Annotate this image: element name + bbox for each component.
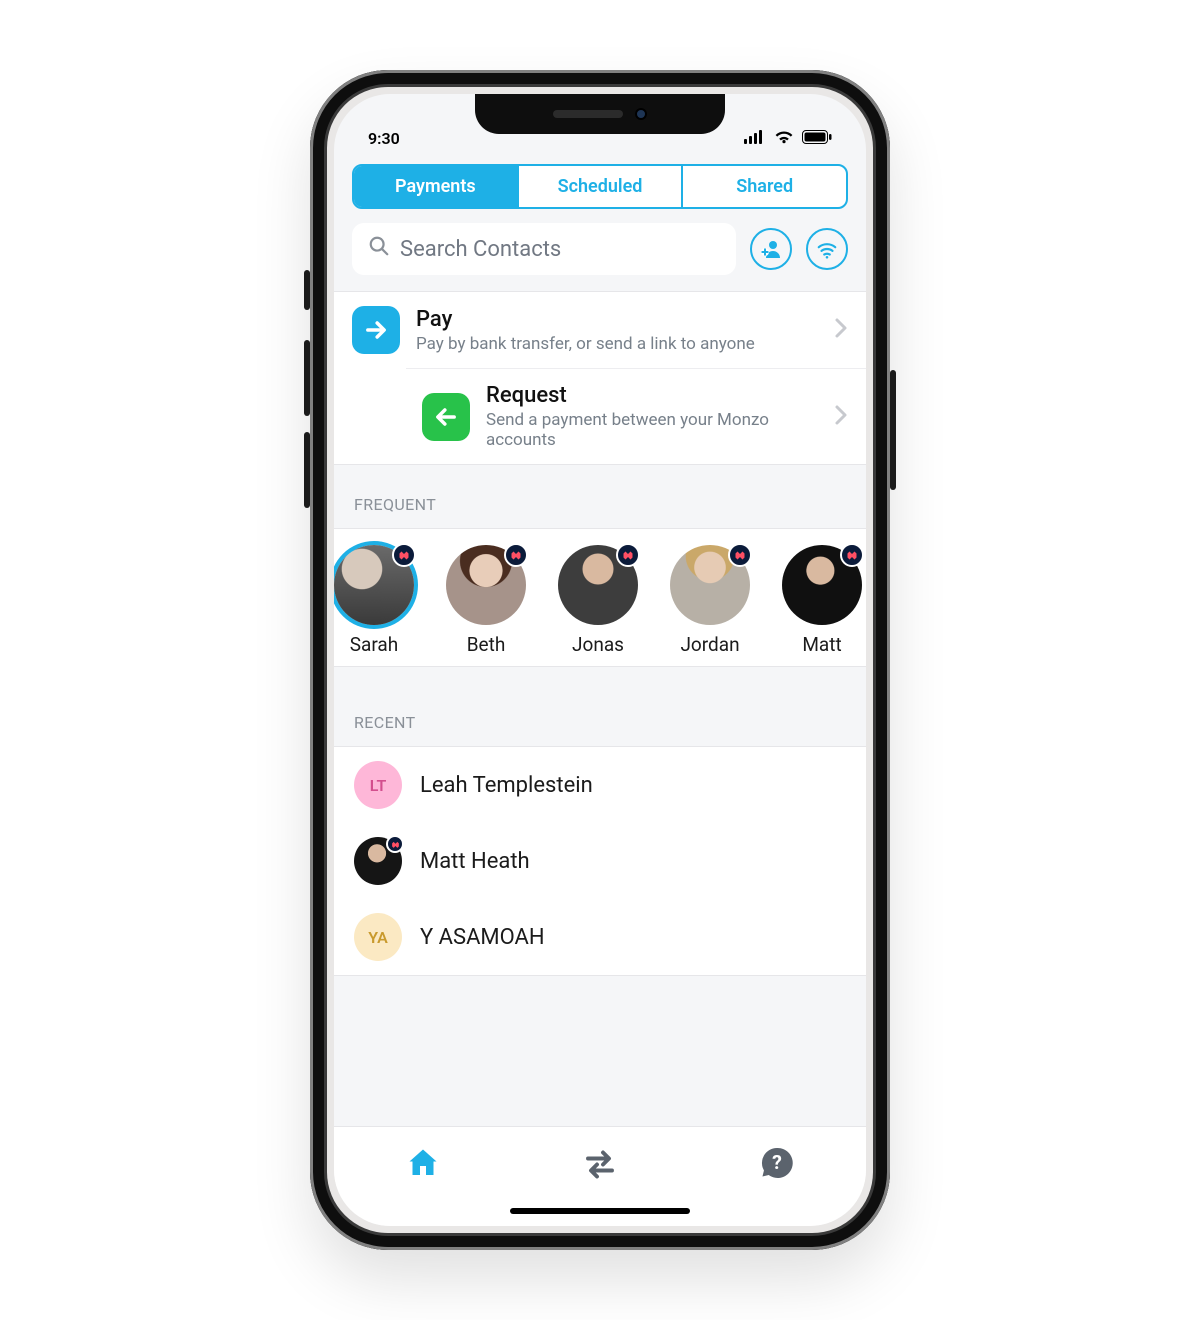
home-indicator[interactable] <box>510 1208 690 1214</box>
screen: 9:30 Payments Scheduled Shared <box>334 94 866 1226</box>
frequent-name: Sarah <box>334 633 430 656</box>
avatar: YA <box>354 913 402 961</box>
frequent-contact[interactable]: Beth <box>430 545 542 656</box>
tab-label: Scheduled <box>558 176 643 197</box>
frequent-list[interactable]: Sarah Beth Jonas Jordan <box>334 528 866 667</box>
add-contact-icon <box>759 237 783 261</box>
frequent-name: Jordan <box>654 633 766 656</box>
power-button <box>890 370 896 490</box>
recent-name: Y ASAMOAH <box>420 925 545 950</box>
request-row[interactable]: Request Send a payment between your Monz… <box>406 368 866 464</box>
frequent-header: FREQUENT <box>334 465 866 528</box>
home-icon <box>405 1145 441 1181</box>
recent-contact[interactable]: YA Y ASAMOAH <box>334 899 866 975</box>
pay-subtitle: Pay by bank transfer, or send a link to … <box>416 334 818 354</box>
wifi-icon <box>774 129 794 148</box>
nearby-button[interactable] <box>806 228 848 270</box>
volume-up-button <box>304 340 310 416</box>
avatar-initials: LT <box>370 776 387 795</box>
monzo-badge-icon <box>616 543 640 567</box>
tab-label: Payments <box>395 176 476 197</box>
phone-frame: 9:30 Payments Scheduled Shared <box>310 70 890 1250</box>
avatar <box>446 545 526 625</box>
segment-control: Payments Scheduled Shared <box>352 164 848 209</box>
request-icon <box>422 393 470 441</box>
recent-list: LT Leah Templestein Matt Heath YA Y ASAM… <box>334 746 866 976</box>
battery-icon <box>802 129 832 148</box>
earpiece <box>553 110 623 118</box>
tab-label: Shared <box>736 176 793 197</box>
recent-contact[interactable]: Matt Heath <box>334 823 866 899</box>
notch <box>475 94 725 134</box>
nearby-icon <box>816 238 838 260</box>
chevron-right-icon <box>834 317 848 343</box>
cellular-icon <box>744 129 766 148</box>
frequent-name: Matt <box>766 633 866 656</box>
avatar <box>334 545 414 625</box>
frequent-name: Beth <box>430 633 542 656</box>
actions-list: Pay Pay by bank transfer, or send a link… <box>334 291 866 465</box>
avatar <box>782 545 862 625</box>
volume-down-button <box>304 432 310 508</box>
monzo-badge-icon <box>840 543 864 567</box>
search-placeholder: Search Contacts <box>400 237 561 262</box>
tab-help[interactable]: ? <box>759 1145 795 1185</box>
search-icon <box>368 235 390 263</box>
help-icon: ? <box>759 1145 795 1181</box>
tab-home[interactable] <box>405 1145 441 1185</box>
monzo-badge-icon <box>504 543 528 567</box>
recent-name: Leah Templestein <box>420 773 593 798</box>
avatar <box>670 545 750 625</box>
avatar <box>558 545 638 625</box>
monzo-badge-icon <box>392 543 416 567</box>
frequent-contact[interactable]: Jonas <box>542 545 654 656</box>
chevron-right-icon <box>834 404 848 430</box>
frequent-contact[interactable]: Jordan <box>654 545 766 656</box>
avatar-initials: YA <box>368 928 388 947</box>
tab-payments[interactable]: Payments <box>354 166 519 207</box>
pay-row[interactable]: Pay Pay by bank transfer, or send a link… <box>334 292 866 368</box>
pay-title: Pay <box>416 307 818 332</box>
svg-text:?: ? <box>772 1151 782 1174</box>
add-contact-button[interactable] <box>750 228 792 270</box>
recent-header: RECENT <box>334 667 866 746</box>
avatar <box>354 837 402 885</box>
request-subtitle: Send a payment between your Monzo accoun… <box>486 410 818 450</box>
recent-contact[interactable]: LT Leah Templestein <box>334 747 866 823</box>
frequent-contact[interactable]: Matt <box>766 545 866 656</box>
frequent-name: Jonas <box>542 633 654 656</box>
monzo-badge-icon <box>728 543 752 567</box>
mute-switch <box>304 270 310 310</box>
search-input[interactable]: Search Contacts <box>352 223 736 275</box>
tab-shared[interactable]: Shared <box>683 166 846 207</box>
request-title: Request <box>486 383 818 408</box>
transfer-icon <box>582 1145 618 1181</box>
status-time: 9:30 <box>368 129 400 148</box>
frequent-contact[interactable]: Sarah <box>334 545 430 656</box>
avatar: LT <box>354 761 402 809</box>
monzo-badge-icon <box>386 835 404 853</box>
tab-scheduled[interactable]: Scheduled <box>519 166 684 207</box>
tab-transfer[interactable] <box>582 1145 618 1185</box>
recent-name: Matt Heath <box>420 849 530 874</box>
pay-icon <box>352 306 400 354</box>
front-camera <box>635 108 647 120</box>
